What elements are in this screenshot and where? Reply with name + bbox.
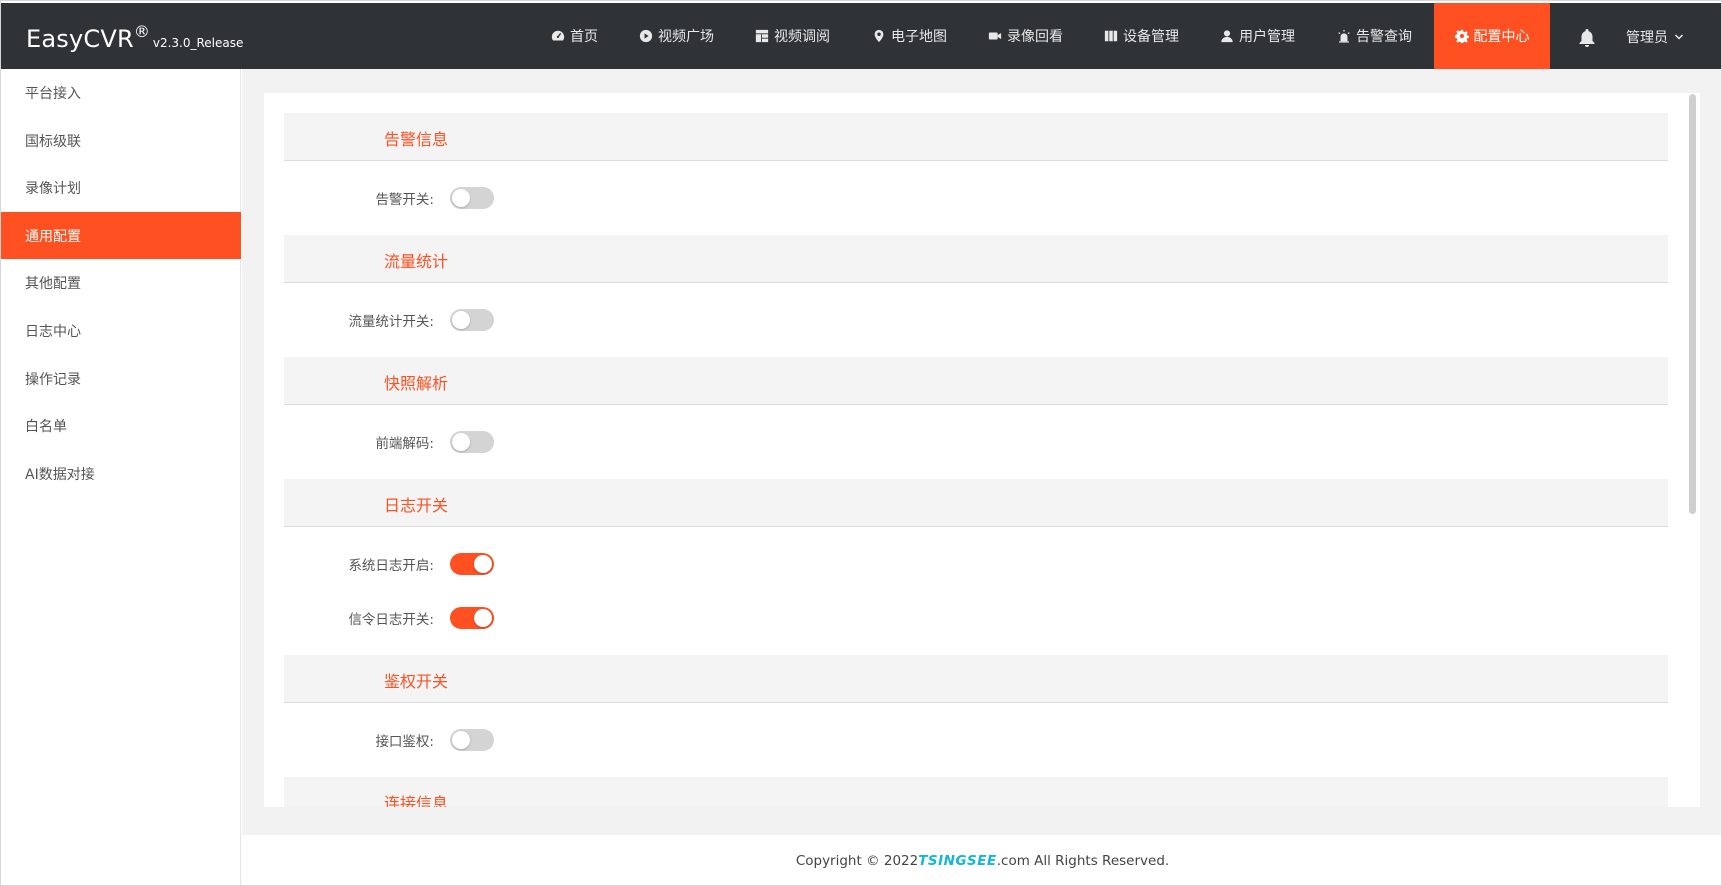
nav-label: 首页 <box>570 29 598 45</box>
api-auth-switch[interactable] <box>450 729 494 751</box>
nav-item-home[interactable]: 首页 <box>551 3 598 69</box>
sidebar-item-label: 操作记录 <box>25 371 81 388</box>
field-label: 信令日志开关: <box>348 612 434 628</box>
sidebar-item-label: 日志中心 <box>25 323 81 340</box>
sidebar-item-label: 白名单 <box>25 418 67 435</box>
sidebar: 平台接入 国标级联 录像计划 通用配置 其他配置 日志中心 操作记录 白名单 A… <box>1 69 241 885</box>
app-version: v2.3.0_Release <box>152 36 244 50</box>
sidebar-item-label: 平台接入 <box>25 85 81 102</box>
content-scrollbar[interactable] <box>1689 94 1696 514</box>
frontend-decode-switch[interactable] <box>450 431 494 453</box>
section-title: 日志开关 <box>384 496 449 515</box>
section-header-traffic: 流量统计 <box>284 235 1668 283</box>
video-camera-icon <box>988 32 1002 40</box>
registered-mark: ® <box>133 22 150 41</box>
nav-label: 配置中心 <box>1473 29 1530 45</box>
user-menu[interactable]: 管理员 <box>1626 27 1684 47</box>
toggle-knob <box>452 189 470 207</box>
top-navbar: EasyCVR®v2.3.0_Release 首页 视频广场 视频调阅 电子地图 <box>1 3 1721 69</box>
section-title: 连接信息 <box>384 794 449 807</box>
main-content: 告警信息 告警开关: 流量统计 流量统计开关: 快照解析 前端解码: 日志开关 … <box>242 69 1721 835</box>
nav-label: 视频调阅 <box>774 29 830 45</box>
section-title: 流量统计 <box>384 252 449 271</box>
nav-label: 告警查询 <box>1356 29 1412 45</box>
sidebar-item-record-plan[interactable]: 录像计划 <box>1 164 241 211</box>
map-pin-icon <box>874 29 884 43</box>
sidebar-item-label: 录像计划 <box>25 180 81 197</box>
traffic-stats-switch[interactable] <box>450 309 494 331</box>
alarm-switch[interactable] <box>450 187 494 209</box>
sidebar-item-log-center[interactable]: 日志中心 <box>1 307 241 354</box>
nav-item-emap[interactable]: 电子地图 <box>872 3 947 69</box>
section-title: 告警信息 <box>384 130 449 149</box>
nav-label: 录像回看 <box>1007 29 1063 45</box>
signaling-log-switch[interactable] <box>450 607 494 629</box>
nav-label: 电子地图 <box>891 29 947 45</box>
toggle-knob <box>474 555 492 573</box>
grid-layout-icon <box>755 29 769 43</box>
field-label: 前端解码: <box>375 436 434 452</box>
nav-item-playback[interactable]: 录像回看 <box>988 3 1063 69</box>
gear-icon <box>1454 29 1469 43</box>
user-name: 管理员 <box>1626 30 1668 46</box>
sidebar-item-whitelist[interactable]: 白名单 <box>1 402 241 449</box>
section-header-auth: 鉴权开关 <box>284 655 1668 703</box>
sidebar-item-ai-data[interactable]: AI数据对接 <box>1 450 241 497</box>
nav-item-video-view[interactable]: 视频调阅 <box>755 3 830 69</box>
brand-name: EasyCVR <box>26 25 134 53</box>
dashboard-icon <box>551 30 565 41</box>
toggle-knob <box>452 731 470 749</box>
field-label: 系统日志开启: <box>348 558 434 574</box>
sidebar-item-label: AI数据对接 <box>25 466 95 483</box>
sidebar-item-label: 国标级联 <box>25 133 81 150</box>
section-header-connection: 连接信息 <box>284 777 1668 807</box>
toggle-knob <box>452 433 470 451</box>
footer-brand-link[interactable]: TSINGSEE <box>918 853 997 869</box>
sidebar-item-label: 通用配置 <box>25 228 81 245</box>
toggle-knob <box>452 311 470 329</box>
footer: Copyright © 2022 TSINGSEE .com All Rights… <box>242 835 1721 885</box>
nav-label: 设备管理 <box>1123 29 1179 45</box>
system-log-switch[interactable] <box>450 553 494 575</box>
bell-icon[interactable] <box>1577 27 1597 47</box>
chevron-down-icon <box>1674 34 1684 40</box>
section-header-alarm: 告警信息 <box>284 113 1668 161</box>
alarm-icon <box>1338 29 1350 43</box>
sidebar-item-operation-log[interactable]: 操作记录 <box>1 355 241 402</box>
sidebar-item-gb-cascade[interactable]: 国标级联 <box>1 117 241 164</box>
columns-icon <box>1104 30 1118 42</box>
toggle-knob <box>474 609 492 627</box>
sidebar-item-general-config[interactable]: 通用配置 <box>1 212 241 259</box>
nav-item-user-mgmt[interactable]: 用户管理 <box>1220 3 1295 69</box>
nav-item-alarm-query[interactable]: 告警查询 <box>1337 3 1412 69</box>
nav-item-config-center[interactable]: 配置中心 <box>1434 3 1550 69</box>
nav-item-video-square[interactable]: 视频广场 <box>639 3 714 69</box>
app-window: EasyCVR®v2.3.0_Release 首页 视频广场 视频调阅 电子地图 <box>0 0 1722 886</box>
section-title: 鉴权开关 <box>384 672 449 691</box>
nav-item-device-mgmt[interactable]: 设备管理 <box>1104 3 1179 69</box>
play-circle-icon <box>639 29 653 43</box>
section-header-log: 日志开关 <box>284 479 1668 527</box>
field-label: 流量统计开关: <box>348 314 434 330</box>
section-header-snapshot: 快照解析 <box>284 357 1668 405</box>
user-icon <box>1221 30 1233 43</box>
section-title: 快照解析 <box>384 374 449 393</box>
config-panel[interactable]: 告警信息 告警开关: 流量统计 流量统计开关: 快照解析 前端解码: 日志开关 … <box>264 93 1700 807</box>
copyright-suffix: .com All Rights Reserved. <box>996 853 1170 869</box>
sidebar-item-platform-access[interactable]: 平台接入 <box>1 69 241 116</box>
sidebar-item-other-config[interactable]: 其他配置 <box>1 259 241 306</box>
sidebar-item-label: 其他配置 <box>25 275 81 292</box>
app-logo[interactable]: EasyCVR®v2.3.0_Release <box>26 22 244 53</box>
copyright-prefix: Copyright © 2022 <box>795 853 919 869</box>
field-label: 接口鉴权: <box>375 734 434 750</box>
nav-label: 用户管理 <box>1239 29 1295 45</box>
field-label: 告警开关: <box>375 192 434 208</box>
nav-label: 视频广场 <box>658 29 714 45</box>
